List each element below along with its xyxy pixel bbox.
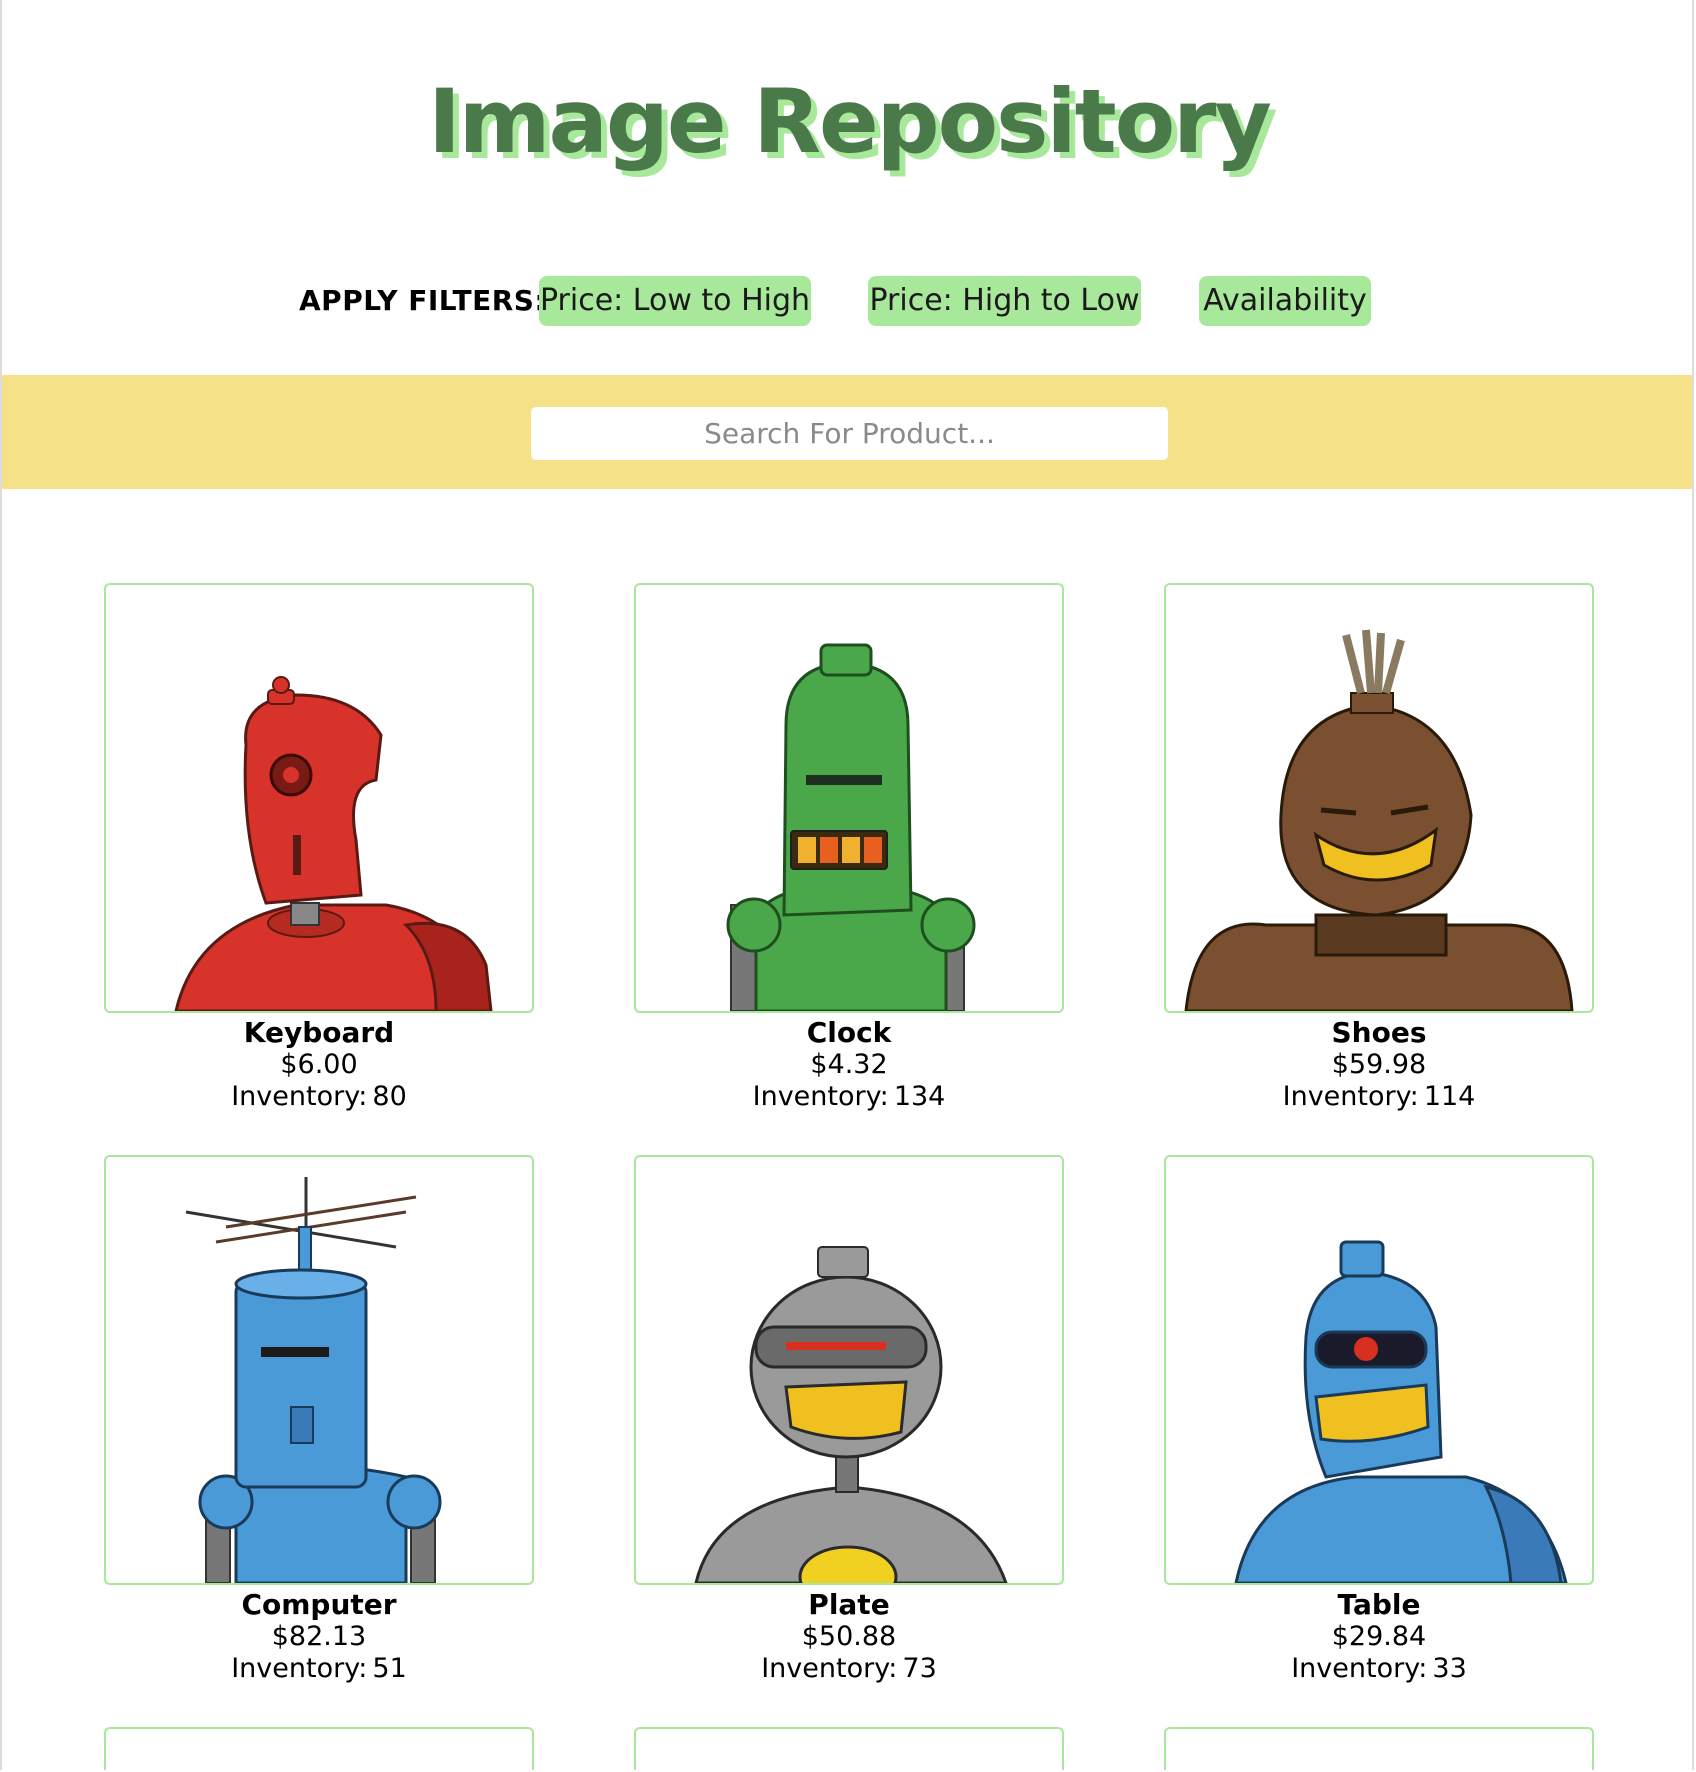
blue-cyclops-robot-image[interactable]	[1164, 1155, 1594, 1585]
product-price: $4.32	[810, 1049, 888, 1080]
product-inventory: Inventory: 114	[1164, 1081, 1594, 1113]
product-name: Computer	[241, 1588, 397, 1621]
inventory-value: 51	[372, 1653, 407, 1684]
product-card[interactable]: Shoes $59.98 Inventory: 114	[1164, 583, 1594, 1113]
page-frame: Image Repository APPLY FILTERS: Price: L…	[0, 0, 1694, 1770]
product-name: Clock	[806, 1016, 892, 1049]
blue-cyclops-robot-illustration	[1234, 1240, 1568, 1583]
grey-robot-illustration	[694, 1246, 1008, 1583]
red-robot-illustration	[174, 676, 493, 1011]
green-robot-image[interactable]	[634, 583, 1064, 1013]
product-card[interactable]: Computer $82.13 Inventory: 51	[104, 1155, 534, 1685]
brown-robot-illustration	[1184, 629, 1574, 1011]
product-card-partial[interactable]	[1164, 1727, 1594, 1770]
inventory-value: 80	[372, 1081, 407, 1112]
blue-antenna-robot-illustration	[185, 1177, 442, 1583]
product-inventory: Inventory: 73	[634, 1653, 1064, 1685]
inventory-label: Inventory:	[231, 1081, 368, 1112]
inventory-value: 114	[1423, 1081, 1476, 1112]
inventory-label: Inventory:	[1291, 1653, 1428, 1684]
filter-bar: APPLY FILTERS: Price: Low to High Price:…	[2, 276, 1692, 328]
grey-robot-image[interactable]	[634, 1155, 1064, 1585]
inventory-label: Inventory:	[1282, 1081, 1419, 1112]
product-name: Shoes	[1331, 1016, 1427, 1049]
inventory-label: Inventory:	[231, 1653, 368, 1684]
product-inventory: Inventory: 33	[1164, 1653, 1594, 1685]
product-card[interactable]: Table $29.84 Inventory: 33	[1164, 1155, 1594, 1685]
inventory-value: 134	[893, 1081, 946, 1112]
page-title: Image Repository	[428, 70, 1272, 173]
product-inventory: Inventory: 51	[104, 1653, 534, 1685]
product-card[interactable]: Plate $50.88 Inventory: 73	[634, 1155, 1064, 1685]
product-name: Table	[1337, 1588, 1421, 1621]
inventory-value: 73	[902, 1653, 937, 1684]
product-card[interactable]: Clock $4.32 Inventory: 134	[634, 583, 1064, 1113]
product-inventory: Inventory: 80	[104, 1081, 534, 1113]
product-name: Plate	[808, 1588, 890, 1621]
inventory-value: 33	[1432, 1653, 1467, 1684]
inventory-label: Inventory:	[752, 1081, 889, 1112]
filter-price-high-low-button[interactable]: Price: High to Low	[868, 276, 1141, 326]
product-price: $50.88	[801, 1621, 897, 1652]
search-input[interactable]	[531, 407, 1168, 460]
product-price: $29.84	[1331, 1621, 1427, 1652]
product-card-partial[interactable]	[634, 1727, 1064, 1770]
product-price: $6.00	[280, 1049, 358, 1080]
product-price: $82.13	[271, 1621, 367, 1652]
brown-robot-image[interactable]	[1164, 583, 1594, 1013]
filter-price-low-high-button[interactable]: Price: Low to High	[539, 276, 811, 326]
product-name: Keyboard	[243, 1016, 395, 1049]
search-band	[2, 375, 1692, 489]
filters-label: APPLY FILTERS:	[299, 284, 547, 317]
product-inventory: Inventory: 134	[634, 1081, 1064, 1113]
inventory-label: Inventory:	[761, 1653, 898, 1684]
product-card[interactable]: Keyboard $6.00 Inventory: 80	[104, 583, 534, 1113]
filter-availability-button[interactable]: Availability	[1199, 276, 1371, 326]
red-robot-image[interactable]	[104, 583, 534, 1013]
product-card-partial[interactable]	[104, 1727, 534, 1770]
blue-antenna-robot-image[interactable]	[104, 1155, 534, 1585]
product-price: $59.98	[1331, 1049, 1427, 1080]
green-robot-illustration	[726, 643, 976, 1011]
